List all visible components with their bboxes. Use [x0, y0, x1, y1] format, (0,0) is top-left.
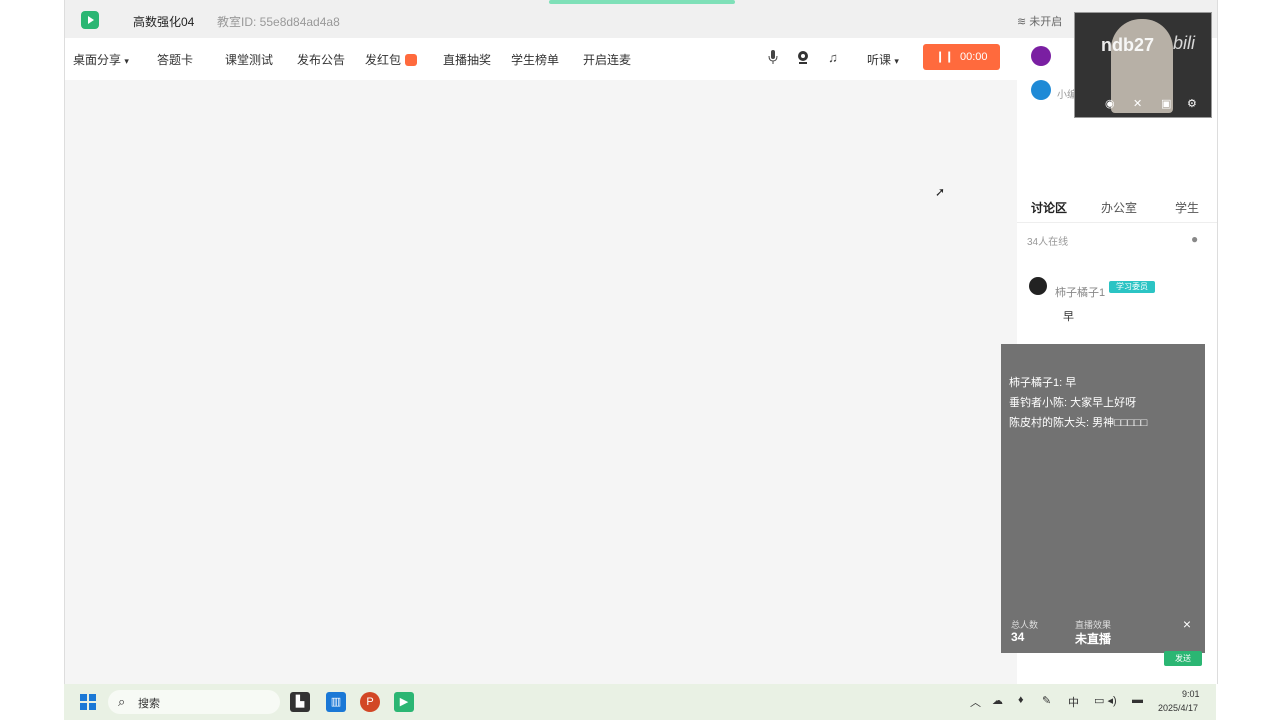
class-test-button[interactable]: 课堂测试	[225, 51, 273, 68]
camera-icon[interactable]	[795, 50, 811, 66]
overlay-message-user: 陈皮村的陈大头	[1009, 417, 1086, 429]
publish-notice-button[interactable]: 发布公告	[297, 51, 345, 68]
overlay-message: 垂钓者小陈: 大家早上好呀	[1009, 397, 1137, 409]
search-placeholder: 搜索	[138, 698, 160, 710]
listen-label: 听课	[867, 53, 892, 67]
member-avatar[interactable]	[1031, 46, 1051, 66]
start-live-button[interactable]: ❙❙ 00:00	[923, 44, 1000, 70]
message-sender: 柿子橘子1	[1055, 287, 1106, 299]
file-explorer-icon[interactable]: ▙	[290, 692, 310, 712]
watermark-text: ndb27	[1101, 35, 1155, 55]
clock-time[interactable]: 9:01	[1182, 689, 1200, 699]
store-app-icon[interactable]: ▥	[326, 692, 346, 712]
pause-icon: ❙❙	[935, 51, 954, 63]
ime-indicator[interactable]: 中	[1068, 694, 1079, 710]
clock-date[interactable]: 2025/4/17	[1158, 703, 1198, 713]
pen-icon[interactable]: ✎	[1042, 694, 1051, 707]
tab-office[interactable]: 办公室	[1101, 199, 1137, 216]
toolbar: 桌面分享 ▾ 答题卡 课堂测试 发布公告 发红包 直播抽奖 学生榜单 开启连麦 …	[65, 38, 1017, 80]
overlay-message-user: 垂钓者小陈	[1009, 397, 1064, 409]
overlay-message-text: 早	[1065, 377, 1077, 389]
desktop-share-button[interactable]: 桌面分享 ▾	[73, 51, 129, 68]
screen-icon[interactable]: ▣	[1161, 97, 1171, 110]
chevron-down-icon: ▾	[894, 56, 899, 66]
live-lottery-button[interactable]: 直播抽奖	[443, 51, 491, 68]
answer-card-button[interactable]: 答题卡	[157, 51, 193, 68]
battery-icon[interactable]: ▬	[1132, 694, 1143, 706]
network-status-label: 未开启	[1029, 16, 1063, 28]
windows-start-icon[interactable]	[80, 694, 96, 710]
tab-students[interactable]: 学生	[1175, 199, 1199, 216]
overlay-message-text: 男神□□□□□	[1092, 417, 1148, 429]
whiteboard-area[interactable]: ➚	[65, 80, 1017, 684]
app-logo-icon	[81, 11, 99, 29]
red-packet-icon	[405, 54, 418, 66]
title-bar: 高数强化04 教室ID: 55e8d84ad4a8 ≋ 未开启	[65, 0, 1217, 38]
powerpoint-icon[interactable]: P	[360, 692, 380, 712]
webcam-preview[interactable]: ndb27 bili ◉ ✕ ▣ ⚙	[1074, 12, 1212, 118]
overlay-message-text: 大家早上好呀	[1070, 397, 1137, 409]
microphone-icon[interactable]	[765, 50, 781, 66]
danmaku-overlay-panel: 柿子橘子1: 早 垂钓者小陈: 大家早上好呀 陈皮村的陈大头: 男神□□□□□ …	[1001, 344, 1205, 653]
student-ranking-button[interactable]: 学生榜单	[511, 51, 559, 68]
windows-taskbar: ⌕ 搜索 ▙ ▥ P ▶ ︿ ☁ ♦ ✎ 中 ▭ ◂) ▬ 9:01 2025/…	[64, 684, 1216, 720]
online-count: 34人在线	[1027, 237, 1069, 248]
network-status: ≋ 未开启	[1017, 13, 1062, 29]
open-mic-link-button[interactable]: 开启连麦	[583, 51, 631, 68]
bilibili-watermark: bili	[1173, 33, 1196, 53]
listen-class-button[interactable]: 听课 ▾	[867, 51, 899, 68]
cloud-icon[interactable]: ☁	[992, 694, 1003, 707]
close-icon[interactable]: ×	[1183, 616, 1191, 632]
message-text: 早	[1063, 311, 1074, 323]
left-frame	[0, 0, 64, 720]
network-speaker-icons[interactable]: ▭ ◂)	[1094, 694, 1117, 707]
red-packet-label: 发红包	[365, 53, 402, 67]
music-icon[interactable]: ♫	[825, 50, 841, 66]
send-button[interactable]: 发送	[1164, 651, 1202, 666]
top-progress-indicator	[549, 0, 735, 4]
wifi-icon: ≋	[1017, 16, 1027, 28]
microphone-tray-icon[interactable]: ♦	[1018, 694, 1024, 706]
total-people-value: 34	[1011, 630, 1025, 644]
overlay-message: 柿子橘子1: 早	[1009, 377, 1077, 389]
room-id: 教室ID: 55e8d84ad4a8	[217, 15, 340, 29]
search-icon: ⌕	[118, 694, 126, 709]
classroom-app-icon[interactable]: ▶	[394, 692, 414, 712]
taskbar-search[interactable]: ⌕ 搜索	[108, 690, 280, 714]
mouse-cursor-icon: ➚	[935, 185, 946, 199]
red-packet-button[interactable]: 发红包	[365, 51, 418, 68]
settings-icon[interactable]: ⚙	[1187, 97, 1197, 110]
chat-bubble-icon[interactable]: ●	[1191, 232, 1198, 246]
tab-discussion[interactable]: 讨论区	[1031, 199, 1067, 216]
discussion-tabs: 讨论区 办公室 学生	[1017, 188, 1217, 223]
message-avatar	[1029, 277, 1047, 295]
visibility-icon[interactable]: ◉	[1105, 97, 1115, 110]
live-effect-value: 未直播	[1075, 632, 1112, 646]
chevron-up-icon[interactable]: ︿	[970, 694, 981, 710]
room-name: 高数强化04	[133, 15, 195, 29]
tools-icon[interactable]: ✕	[1133, 97, 1142, 110]
overlay-message-user: 柿子橘子1	[1009, 377, 1060, 389]
live-timer: 00:00	[960, 51, 988, 63]
member-avatar[interactable]	[1031, 80, 1051, 100]
overlay-message: 陈皮村的陈大头: 男神□□□□□	[1009, 417, 1148, 429]
desktop-share-label: 桌面分享	[73, 53, 122, 67]
right-frame	[1216, 0, 1280, 720]
chevron-down-icon: ▾	[124, 56, 129, 66]
message-role-badge: 学习委员	[1109, 281, 1155, 293]
